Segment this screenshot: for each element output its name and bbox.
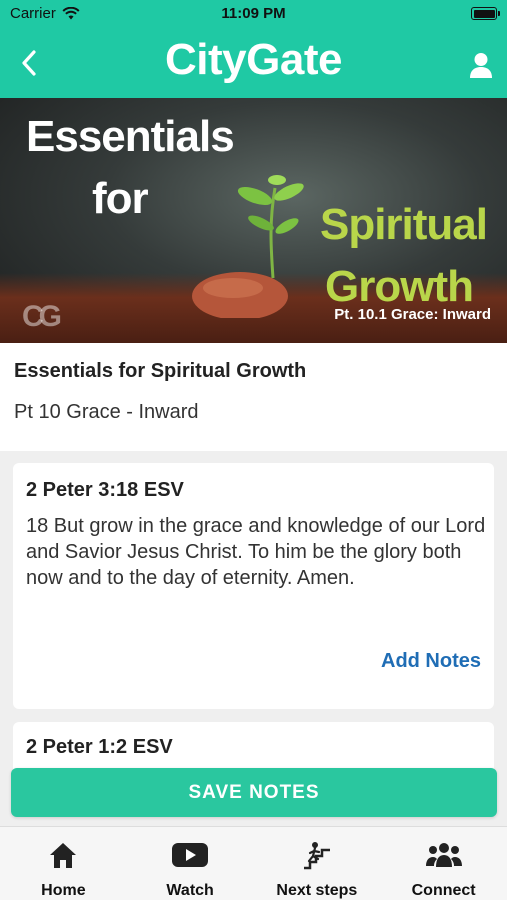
tab-connect[interactable]: Connect — [380, 827, 507, 900]
banner-watermark: CG — [22, 300, 62, 333]
profile-button[interactable] — [467, 48, 495, 78]
scripture-text: 18 But grow in the grace and knowledge o… — [26, 515, 486, 589]
banner-line-2: for — [92, 174, 149, 223]
tab-home-label: Home — [41, 882, 86, 899]
sprout-illustration — [192, 175, 304, 318]
battery-level — [473, 9, 495, 18]
banner-line-1: Essentials — [26, 112, 235, 161]
tab-watch[interactable]: Watch — [127, 827, 254, 900]
tab-next-steps-label: Next steps — [276, 882, 358, 899]
tab-home[interactable]: Home — [0, 827, 127, 900]
tab-bar: Home Watch Next steps Connect — [0, 826, 507, 900]
status-bar: Carrier 11:09 PM — [0, 0, 507, 28]
sermon-info: Essentials for Spiritual Growth Pt 10 Gr… — [0, 343, 507, 451]
scripture-reference: 2 Peter 1:2 ESV — [26, 736, 173, 758]
home-icon — [50, 842, 77, 868]
status-time: 11:09 PM — [221, 5, 286, 22]
sermon-banner: Essentials for Spiritual Growth Pt. 10.1… — [0, 98, 507, 343]
sermon-subtitle: Pt 10 Grace - Inward — [14, 401, 199, 423]
banner-line-4: Growth — [325, 262, 474, 311]
group-icon — [425, 842, 462, 867]
banner-line-3: Spiritual — [319, 200, 488, 249]
add-notes-button[interactable]: Add Notes — [381, 650, 481, 673]
banner-caption: Pt. 10.1 Grace: Inward — [334, 306, 491, 323]
user-icon — [470, 53, 492, 78]
tab-watch-label: Watch — [166, 882, 214, 899]
tab-connect-label: Connect — [411, 882, 476, 899]
save-notes-button[interactable]: SAVE NOTES — [11, 768, 497, 817]
scripture-reference: 2 Peter 3:18 ESV — [26, 479, 184, 501]
sermon-title: Essentials for Spiritual Growth — [14, 360, 307, 382]
stairs-icon — [303, 841, 330, 869]
nav-bar: CityGate — [0, 28, 507, 98]
play-icon — [172, 842, 209, 867]
tab-next-steps[interactable]: Next steps — [254, 827, 381, 900]
battery-icon — [471, 7, 500, 20]
scripture-card: 2 Peter 3:18 ESV 18 But grow in the grac… — [13, 463, 494, 709]
app-logo: CityGate — [165, 35, 342, 84]
